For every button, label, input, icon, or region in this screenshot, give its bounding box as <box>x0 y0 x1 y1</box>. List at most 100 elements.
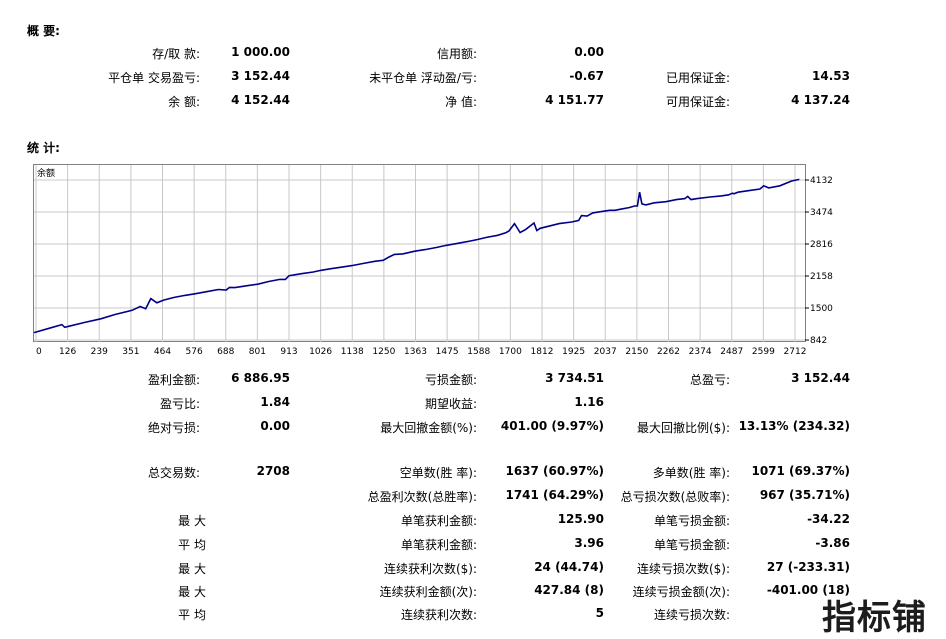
stats-value: 2708 <box>256 464 290 478</box>
stats-value: 967 (35.71%) <box>759 488 850 502</box>
stats-value: 1741 (64.29%) <box>505 488 604 502</box>
stats-label: 连续亏损次数($): <box>636 562 730 576</box>
stats-label: 多单数(胜 率): <box>652 466 730 480</box>
x-tick-label: 576 <box>186 347 203 356</box>
x-tick-label: 1363 <box>404 347 427 356</box>
stats-value: 1.84 <box>260 395 290 409</box>
deposit-value: 1 000.00 <box>231 45 290 59</box>
x-tick-label: 239 <box>91 347 108 356</box>
x-tick-label: 2262 <box>657 347 680 356</box>
free-margin-value: 4 137.24 <box>791 93 850 107</box>
plot-frame <box>33 164 806 342</box>
stats-label: 亏损金额: <box>424 373 477 387</box>
stats-value: 401.00 (9.97%) <box>500 419 604 433</box>
stats-value: 24 (44.74) <box>534 560 604 574</box>
x-axis: 0 126 239 351 464 576 688 801 913 1026 1138 1250 136… <box>36 347 806 356</box>
stats-value: -34.22 <box>807 512 850 526</box>
stats-label: 总盈亏: <box>689 373 730 387</box>
x-tick-label: 1700 <box>499 347 522 356</box>
stats-label: 盈利金额: <box>147 373 200 387</box>
stats-label: 总交易数: <box>147 466 200 480</box>
credit-value: 0.00 <box>574 45 604 59</box>
closed-pl-label: 平仓单 交易盈亏: <box>108 71 200 85</box>
stats-label: 平 均 <box>178 538 206 552</box>
x-tick-label: 913 <box>280 347 297 356</box>
chart-title: 余额 <box>37 167 55 179</box>
stats-label: 单笔获利金额: <box>400 514 477 528</box>
x-tick-label: 801 <box>249 347 266 356</box>
stats-label: 最 大 <box>178 514 206 528</box>
stats-value: 13.13% (234.32) <box>738 419 850 433</box>
x-tick-label: 1588 <box>467 347 490 356</box>
stats-title: 统 计: <box>27 141 60 155</box>
y-tick-label: 2158 <box>810 272 833 282</box>
stats-value: 427.84 (8) <box>534 583 604 597</box>
stats-label: 空单数(胜 率): <box>399 466 477 480</box>
y-tick-label: 2816 <box>810 240 833 250</box>
x-tick-label: 2712 <box>784 347 807 356</box>
stats-value: 1071 (69.37%) <box>751 464 850 478</box>
stats-label: 平 均 <box>178 608 206 622</box>
stats-label: 总盈利次数(总胜率): <box>367 490 477 504</box>
stats-label: 最 大 <box>178 585 206 599</box>
stats-value: 1637 (60.97%) <box>505 464 604 478</box>
stats-value: -3.86 <box>815 536 850 550</box>
stats-value: 6 886.95 <box>231 371 290 385</box>
free-margin-label: 可用保证金: <box>665 95 730 109</box>
x-tick-label: 688 <box>217 347 234 356</box>
stats-value: 0.00 <box>260 419 290 433</box>
y-tick-label: 3474 <box>810 208 833 218</box>
deposit-label: 存/取 款: <box>152 47 200 61</box>
stats-label: 最大回撤比例($): <box>636 421 730 435</box>
margin-label: 已用保证金: <box>665 71 730 85</box>
x-tick-label: 1925 <box>562 347 585 356</box>
stats-value: 125.90 <box>557 512 604 526</box>
x-tick-label: 1475 <box>436 347 459 356</box>
floating-pl-value: -0.67 <box>569 69 604 83</box>
stats-label: 最 大 <box>178 562 206 576</box>
margin-value: 14.53 <box>812 69 850 83</box>
x-tick-label: 1250 <box>372 347 395 356</box>
stats-value: 1.16 <box>574 395 604 409</box>
watermark-logo: 指标铺 <box>822 598 927 638</box>
stats-label: 连续获利金额(次): <box>379 585 477 599</box>
closed-pl-value: 3 152.44 <box>231 69 290 83</box>
stats-value: 3.96 <box>574 536 604 550</box>
balance-label: 余 额: <box>168 95 200 109</box>
stats-value: 3 152.44 <box>791 371 850 385</box>
x-tick-label: 0 <box>36 347 42 356</box>
summary-title: 概 要: <box>27 24 60 38</box>
stats-label: 连续亏损金额(次): <box>632 585 730 599</box>
stats-value: 5 <box>595 606 604 620</box>
y-tick-label: 842 <box>810 336 827 346</box>
equity-label: 净 值: <box>445 95 477 109</box>
stats-value: 3 734.51 <box>545 371 604 385</box>
x-tick-label: 2374 <box>689 347 712 356</box>
stats-label: 连续亏损次数: <box>653 608 730 622</box>
stats-label: 盈亏比: <box>159 397 200 411</box>
stats-label: 单笔亏损金额: <box>653 538 730 552</box>
x-tick-label: 351 <box>122 347 139 356</box>
floating-pl-label: 未平仓单 浮动盈/亏: <box>369 71 477 85</box>
x-tick-label: 1812 <box>531 347 554 356</box>
x-tick-label: 126 <box>59 347 76 356</box>
stats-value: 27 (-233.31) <box>766 560 850 574</box>
y-tick-label: 4132 <box>810 176 833 186</box>
x-tick-label: 2037 <box>594 347 617 356</box>
balance-value: 4 152.44 <box>231 93 290 107</box>
x-tick-label: 464 <box>154 347 171 356</box>
x-tick-label: 2599 <box>752 347 775 356</box>
x-tick-label: 1138 <box>341 347 364 356</box>
stats-label: 最大回撤金额(%): <box>380 421 477 435</box>
stats-label: 绝对亏损: <box>147 421 200 435</box>
y-axis: 4132 3474 2816 2158 1500 842 <box>805 176 833 346</box>
credit-label: 信用额: <box>436 47 477 61</box>
balance-chart: 余额 4132 3474 2816 2158 1500 842 0 126 239 351 464… <box>33 164 833 356</box>
x-tick-label: 2487 <box>720 347 743 356</box>
equity-value: 4 151.77 <box>545 93 604 107</box>
stats-label: 总亏损次数(总败率): <box>620 490 730 504</box>
x-tick-label: 2150 <box>625 347 648 356</box>
stats-label: 单笔亏损金额: <box>653 514 730 528</box>
stats-label: 连续获利次数($): <box>383 562 477 576</box>
x-tick-label: 1026 <box>309 347 332 356</box>
